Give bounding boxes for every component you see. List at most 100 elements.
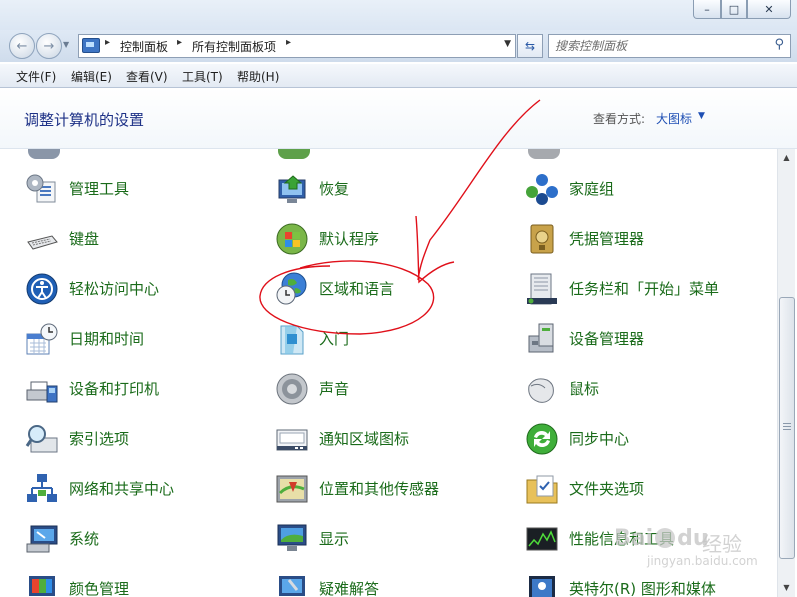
watermark-url: jingyan.baidu.com xyxy=(647,554,758,568)
view-by-dropdown[interactable]: 大图标 xyxy=(656,110,692,127)
notification-area-icon xyxy=(276,429,308,451)
refresh-icon: ⇆ xyxy=(524,39,536,53)
close-icon: ✕ xyxy=(764,2,774,16)
item-label: 凭据管理器 xyxy=(569,230,645,248)
item-label: 位置和其他传感器 xyxy=(319,480,440,498)
date-time-icon xyxy=(26,323,58,355)
item-label: 文件夹选项 xyxy=(569,480,645,498)
sync-center-icon xyxy=(526,423,558,455)
item-label: 索引选项 xyxy=(69,430,130,448)
item-label: 系统 xyxy=(69,530,100,548)
recovery-icon xyxy=(278,175,306,203)
forward-arrow-icon: → xyxy=(43,38,55,54)
system-icon xyxy=(26,525,58,553)
scroll-up-icon[interactable]: ▲ xyxy=(778,149,795,165)
ease-of-access-icon xyxy=(26,273,58,305)
menu-help[interactable]: 帮助(H) xyxy=(237,68,279,85)
menu-edit[interactable]: 编辑(E) xyxy=(71,68,112,85)
breadcrumb-control-panel[interactable]: 控制面板 xyxy=(120,38,168,55)
item-label: 区域和语言 xyxy=(319,280,395,298)
display-icon xyxy=(277,524,307,551)
performance-icon xyxy=(526,527,558,551)
minimize-button[interactable]: – xyxy=(693,0,721,19)
watermark-text: 经验 xyxy=(702,532,742,556)
menu-file[interactable]: 文件(F) xyxy=(16,68,56,85)
sound-icon xyxy=(276,373,308,405)
title-bar: – □ ✕ xyxy=(0,0,797,30)
item-label: 轻松访问中心 xyxy=(69,280,160,298)
item-label: 英特尔(R) 图形和媒体 xyxy=(569,580,716,597)
item-label: 同步中心 xyxy=(569,430,630,448)
credential-manager-icon xyxy=(530,224,554,254)
watermark-logo: Bai du xyxy=(614,526,709,551)
getting-started-icon xyxy=(280,325,304,355)
breadcrumb-all-items[interactable]: 所有控制面板项 xyxy=(192,38,276,55)
search-box[interactable]: ⚲ xyxy=(548,34,791,58)
control-panel-icon xyxy=(82,38,100,53)
maximize-button[interactable]: □ xyxy=(721,0,747,19)
partial-item-icon[interactable] xyxy=(278,149,310,159)
view-by-arrow-icon[interactable]: ▼ xyxy=(698,111,705,121)
page-header: 调整计算机的设置 查看方式: 大图标 ▼ xyxy=(0,88,797,149)
scroll-down-icon[interactable]: ▼ xyxy=(778,579,795,595)
breadcrumb-arrow-icon[interactable]: ▸ xyxy=(177,37,182,48)
menu-view[interactable]: 查看(V) xyxy=(126,68,168,85)
back-button[interactable]: ← xyxy=(9,33,35,59)
item-label: 家庭组 xyxy=(569,180,615,198)
menu-tools[interactable]: 工具(T) xyxy=(182,68,223,85)
item-label: 键盘 xyxy=(69,230,100,248)
mouse-icon xyxy=(528,378,554,403)
maximize-icon: □ xyxy=(728,2,740,16)
forward-button[interactable]: → xyxy=(36,33,62,59)
intel-graphics-icon xyxy=(529,576,555,597)
back-arrow-icon: ← xyxy=(16,38,28,54)
search-input[interactable] xyxy=(553,37,757,55)
default-programs-icon xyxy=(276,223,308,255)
minimize-icon: – xyxy=(704,2,710,16)
item-label: 疑难解答 xyxy=(319,580,380,597)
item-label: 通知区域图标 xyxy=(319,430,410,448)
item-label: 网络和共享中心 xyxy=(69,480,175,498)
item-label: 日期和时间 xyxy=(69,330,145,348)
navigation-bar: ← → ▼ ▸ 控制面板 ▸ 所有控制面板项 ▸ ▼ ⇆ ⚲ xyxy=(0,30,797,62)
address-dropdown-icon[interactable]: ▼ xyxy=(504,39,511,49)
view-by-label: 查看方式: xyxy=(593,112,646,126)
breadcrumb-arrow-icon[interactable]: ▸ xyxy=(105,37,110,48)
devices-printers-icon xyxy=(26,381,58,403)
menu-bar: 文件(F) 编辑(E) 查看(V) 工具(T) 帮助(H) xyxy=(0,64,797,88)
device-manager-icon xyxy=(528,323,554,353)
item-label: 鼠标 xyxy=(569,380,600,398)
partial-item-icon[interactable] xyxy=(28,149,60,159)
network-sharing-icon xyxy=(27,474,57,502)
folder-options-icon xyxy=(526,475,558,504)
color-management-icon xyxy=(29,576,55,596)
item-label: 默认程序 xyxy=(319,230,380,248)
item-label: 任务栏和「开始」菜单 xyxy=(569,280,720,298)
address-bar[interactable]: ▸ 控制面板 ▸ 所有控制面板项 ▸ ▼ xyxy=(78,34,516,58)
item-label: 颜色管理 xyxy=(69,580,130,597)
troubleshooting-icon xyxy=(279,576,305,596)
page-title: 调整计算机的设置 xyxy=(24,111,145,129)
partial-item-icon[interactable] xyxy=(528,149,560,159)
homegroup-icon xyxy=(526,174,558,205)
item-label: 显示 xyxy=(319,530,350,548)
item-label: 恢复 xyxy=(319,180,350,198)
taskbar-start-icon xyxy=(527,273,557,305)
refresh-button[interactable]: ⇆ xyxy=(517,34,543,58)
search-icon[interactable]: ⚲ xyxy=(774,37,784,52)
indexing-options-icon xyxy=(25,425,58,453)
scrollbar-thumb[interactable] xyxy=(779,297,795,559)
window-controls: – □ ✕ xyxy=(693,0,791,19)
recent-pages-dropdown[interactable]: ▼ xyxy=(63,40,69,49)
breadcrumb-arrow-icon[interactable]: ▸ xyxy=(286,37,291,48)
item-label: 管理工具 xyxy=(69,180,130,198)
item-label: 声音 xyxy=(319,380,350,398)
item-label: 入门 xyxy=(319,330,350,348)
close-button[interactable]: ✕ xyxy=(747,0,791,19)
item-label: 设备和打印机 xyxy=(69,380,160,398)
keyboard-icon xyxy=(27,235,58,250)
region-language-icon xyxy=(276,272,307,305)
vertical-scrollbar[interactable]: ▲ ▼ xyxy=(777,149,795,597)
admin-tools-icon xyxy=(26,174,56,203)
location-sensors-icon xyxy=(276,475,308,503)
